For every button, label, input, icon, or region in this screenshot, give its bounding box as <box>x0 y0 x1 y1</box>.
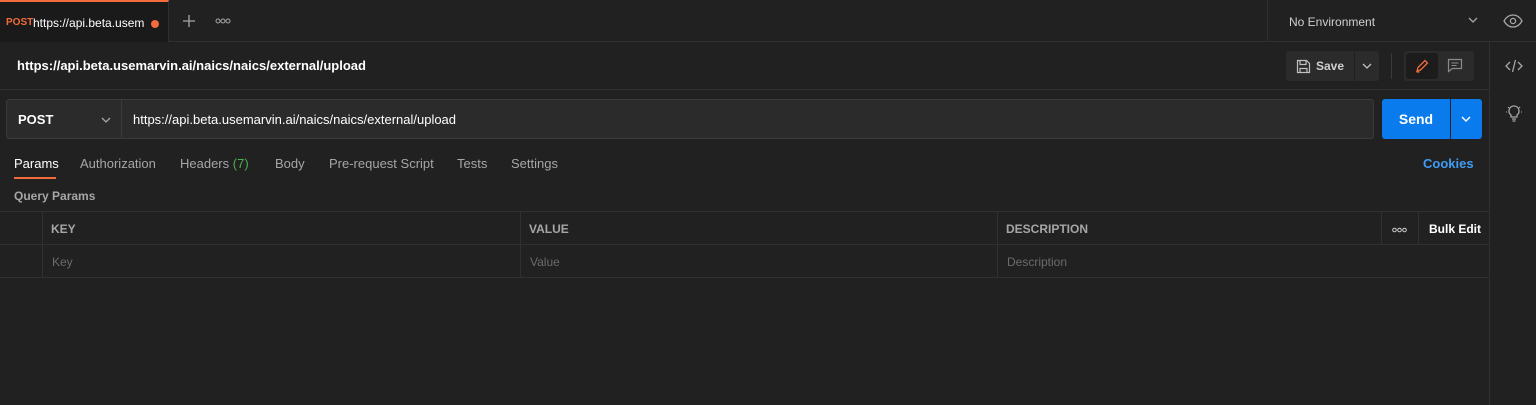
tab-bar: POST https://api.beta.usem No Environmen… <box>0 0 1536 42</box>
query-params-table: KEY VALUE DESCRIPTION Bulk Edit Key Valu… <box>0 211 1489 278</box>
send-options-button[interactable] <box>1451 99 1482 139</box>
pencil-icon <box>1416 59 1429 73</box>
tab-body[interactable]: Body <box>275 156 305 171</box>
tab-params[interactable]: Params <box>14 156 59 171</box>
table-row: Key Value Description <box>0 245 1489 278</box>
postman-window: POST https://api.beta.usem No Environmen… <box>0 0 1536 405</box>
column-header-key: KEY <box>51 222 76 236</box>
send-button[interactable]: Send <box>1382 99 1450 139</box>
tab-headers[interactable]: Headers (7) <box>180 156 249 171</box>
tab-options-button[interactable] <box>215 12 237 30</box>
url-input[interactable]: https://api.beta.usemarvin.ai/naics/naic… <box>122 99 1374 139</box>
url-value: https://api.beta.usemarvin.ai/naics/naic… <box>133 112 457 127</box>
column-divider <box>42 245 43 278</box>
view-mode-toggle <box>1404 51 1474 81</box>
tab-settings[interactable]: Settings <box>511 156 558 171</box>
column-divider <box>997 245 998 278</box>
active-tab-indicator <box>14 177 56 179</box>
right-sidebar <box>1489 42 1536 405</box>
chevron-down-icon <box>101 117 111 123</box>
column-divider <box>520 212 521 245</box>
request-tab[interactable]: POST https://api.beta.usem <box>0 0 169 42</box>
column-divider <box>997 212 998 245</box>
key-input[interactable]: Key <box>52 255 73 269</box>
column-divider <box>520 245 521 278</box>
tab-method-label: POST <box>6 17 34 28</box>
save-options-button[interactable] <box>1355 51 1379 81</box>
column-header-description: DESCRIPTION <box>1006 222 1089 236</box>
table-header-row: KEY VALUE DESCRIPTION Bulk Edit <box>0 212 1489 245</box>
environment-selector[interactable]: No Environment <box>1267 0 1489 42</box>
code-icon[interactable] <box>1505 57 1523 75</box>
value-input[interactable]: Value <box>530 255 560 269</box>
method-label: POST <box>18 112 54 127</box>
request-header: https://api.beta.usemarvin.ai/naics/naic… <box>0 42 1489 90</box>
new-tab-button[interactable] <box>178 10 200 32</box>
column-header-value: VALUE <box>529 222 569 236</box>
plus-icon <box>183 15 195 27</box>
request-title[interactable]: https://api.beta.usemarvin.ai/naics/naic… <box>17 58 366 73</box>
more-horizontal-icon <box>1392 227 1407 233</box>
bulk-edit-button[interactable]: Bulk Edit <box>1429 222 1481 236</box>
tab-authorization[interactable]: Authorization <box>80 156 156 171</box>
tab-title: https://api.beta.usem <box>33 16 145 30</box>
chevron-down-icon <box>1461 116 1471 122</box>
save-label: Save <box>1316 59 1345 73</box>
column-divider <box>42 212 43 245</box>
description-input[interactable]: Description <box>1007 255 1067 269</box>
tab-headers-label: Headers <box>180 156 230 171</box>
column-options-button[interactable] <box>1392 222 1407 236</box>
eye-icon[interactable] <box>1503 13 1523 29</box>
lightbulb-icon[interactable] <box>1505 104 1523 122</box>
comment-icon[interactable] <box>1447 58 1463 73</box>
chevron-down-icon <box>1362 63 1372 69</box>
edit-mode-button[interactable] <box>1406 53 1438 79</box>
column-divider <box>1381 212 1382 245</box>
tab-pre-request-script[interactable]: Pre-request Script <box>329 156 434 171</box>
unsaved-dot-icon <box>151 20 159 28</box>
more-horizontal-icon <box>215 18 231 24</box>
tab-tests[interactable]: Tests <box>457 156 487 171</box>
send-label: Send <box>1398 111 1434 127</box>
cookies-link[interactable]: Cookies <box>1423 156 1474 171</box>
headers-count-badge: (7) <box>232 156 249 171</box>
save-icon <box>1296 59 1311 74</box>
column-divider <box>1418 212 1419 245</box>
query-params-title: Query Params <box>14 189 96 203</box>
environment-label: No Environment <box>1289 15 1376 29</box>
method-select[interactable]: POST <box>6 99 122 139</box>
save-button[interactable]: Save <box>1286 51 1354 81</box>
divider <box>1391 53 1392 79</box>
chevron-down-icon <box>1468 17 1478 23</box>
